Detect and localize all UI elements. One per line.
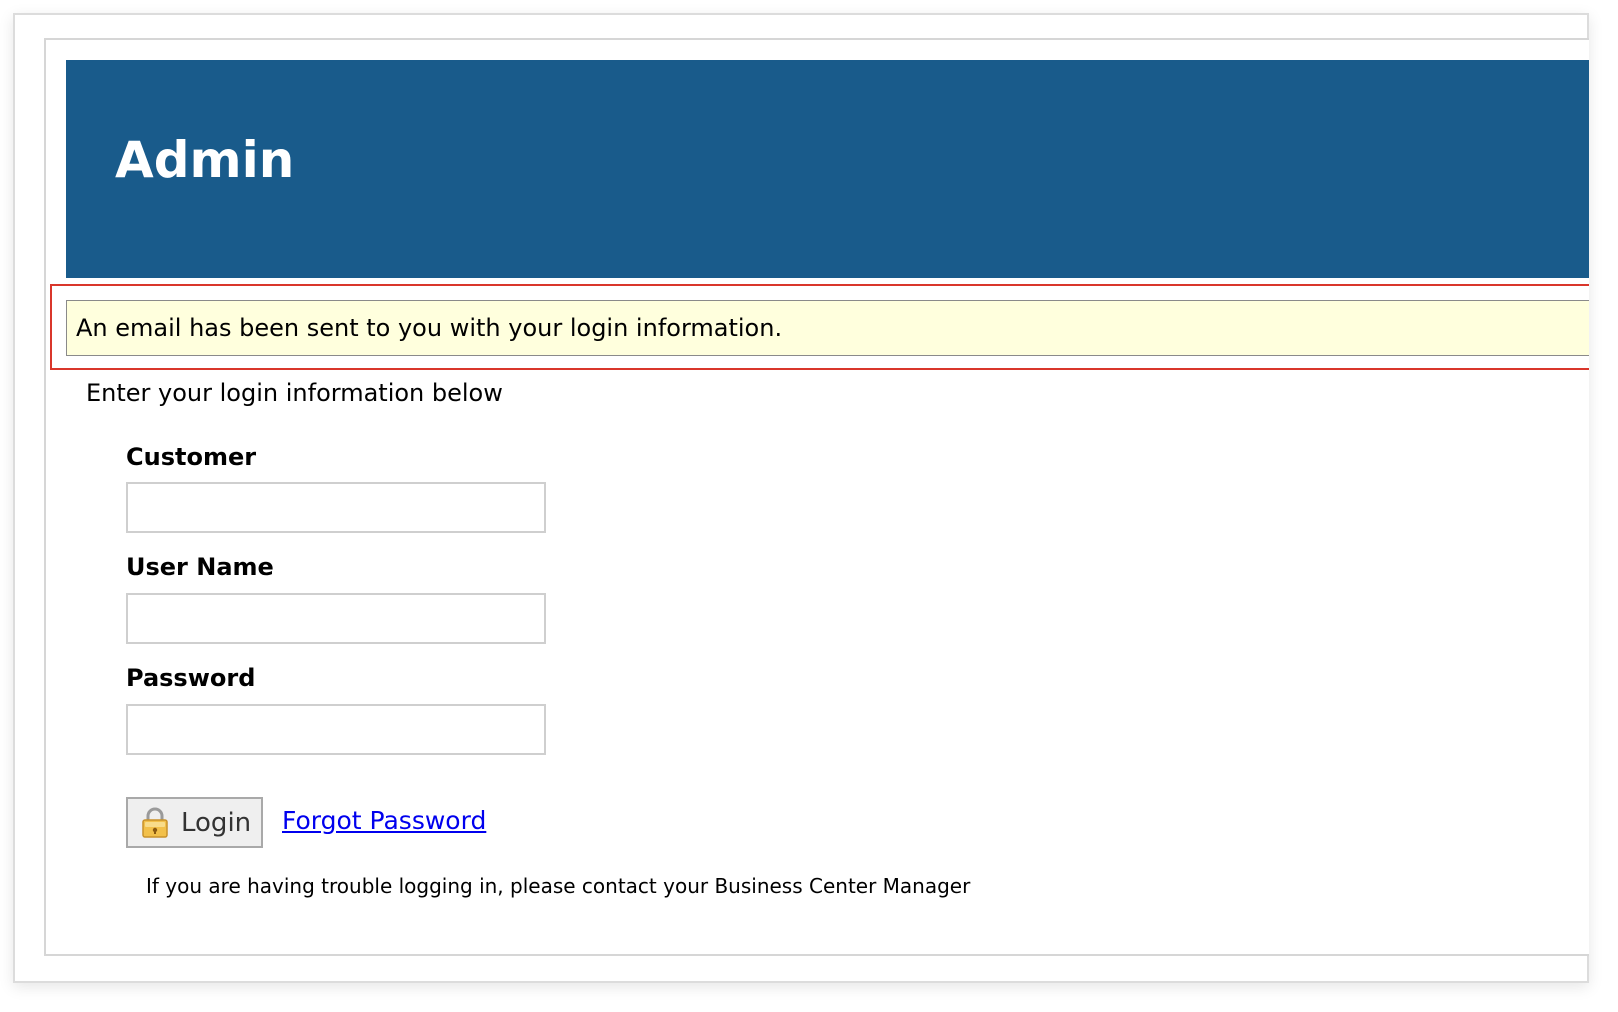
- username-input[interactable]: [126, 593, 546, 644]
- login-help-text: If you are having trouble logging in, pl…: [146, 874, 971, 898]
- lock-icon: [140, 807, 170, 839]
- header-banner: Admin: [66, 60, 1589, 278]
- password-label: Password: [126, 664, 256, 692]
- password-input[interactable]: [126, 704, 546, 755]
- login-button[interactable]: Login: [126, 797, 263, 848]
- customer-label: Customer: [126, 443, 257, 471]
- notice-message: An email has been sent to you with your …: [76, 314, 783, 342]
- login-intro-text: Enter your login information below: [86, 379, 503, 407]
- forgot-password-link[interactable]: Forgot Password: [282, 806, 486, 835]
- login-button-label: Login: [181, 807, 252, 838]
- notice-message-box: An email has been sent to you with your …: [66, 300, 1589, 356]
- customer-input[interactable]: [126, 482, 546, 533]
- page-title: Admin: [115, 131, 295, 189]
- username-label: User Name: [126, 553, 274, 581]
